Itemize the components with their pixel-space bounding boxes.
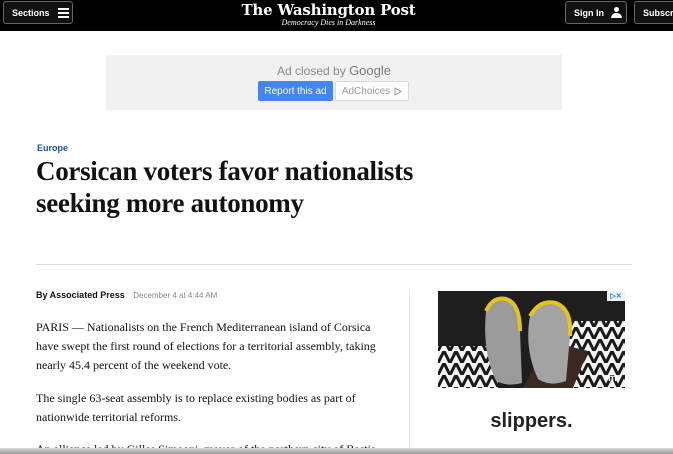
ad-info-icon[interactable]: ▷✕ — [607, 291, 625, 301]
article-headline: Corsican voters favor nationalists seeki… — [36, 156, 414, 218]
sign-in-button[interactable]: Sign In — [565, 1, 627, 24]
site-tagline: Democracy Dies in Darkness — [281, 18, 376, 27]
sections-label: Sections — [12, 7, 50, 18]
ad-closed-notice: Ad closed by Google Report this ad AdCho… — [106, 55, 562, 110]
article-paragraph: PARIS — Nationalists on the French Medit… — [36, 320, 376, 372]
bottom-edge-shadow — [0, 448, 673, 454]
masthead[interactable]: The Washington Post Democracy Dies in Da… — [200, 1, 457, 27]
site-logo[interactable]: The Washington Post — [200, 1, 457, 19]
svg-text:m: m — [608, 373, 617, 384]
sign-in-label: Sign In — [574, 7, 604, 18]
ad-caption: slippers. — [490, 410, 573, 432]
right-rail-ad[interactable]: m ▷✕ slippers. — [438, 291, 625, 454]
ad-closed-prefix: Ad closed by — [277, 64, 346, 78]
sections-button[interactable]: Sections — [3, 1, 73, 24]
adchoices-button[interactable]: AdChoices — [335, 81, 409, 101]
google-brand-text: Google — [349, 63, 391, 78]
ad-closed-text: Ad closed by Google — [106, 63, 562, 78]
byline: By Associated Press December 4 at 4:44 A… — [36, 290, 217, 300]
report-ad-button[interactable]: Report this ad — [258, 81, 333, 101]
slippers-photo: m — [438, 291, 625, 388]
slippers-ad-image[interactable]: m ▷✕ — [438, 291, 625, 388]
subscribe-label: Subscri — [643, 7, 673, 18]
article-paragraph: The single 63-seat assembly is to replac… — [36, 391, 356, 424]
byline-date: December 4 at 4:44 AM — [133, 291, 218, 300]
section-kicker-link[interactable]: Europe — [37, 143, 68, 153]
column-divider — [409, 290, 410, 454]
adchoices-label: AdChoices — [341, 85, 391, 97]
header-divider — [36, 264, 632, 265]
top-nav-bar: Sections The Washington Post Democracy D… — [0, 0, 673, 31]
adchoices-icon — [394, 86, 403, 96]
byline-author[interactable]: By Associated Press — [36, 290, 125, 300]
hamburger-menu-icon — [57, 8, 69, 18]
user-icon — [611, 7, 622, 18]
subscribe-button[interactable]: Subscri — [634, 1, 673, 24]
